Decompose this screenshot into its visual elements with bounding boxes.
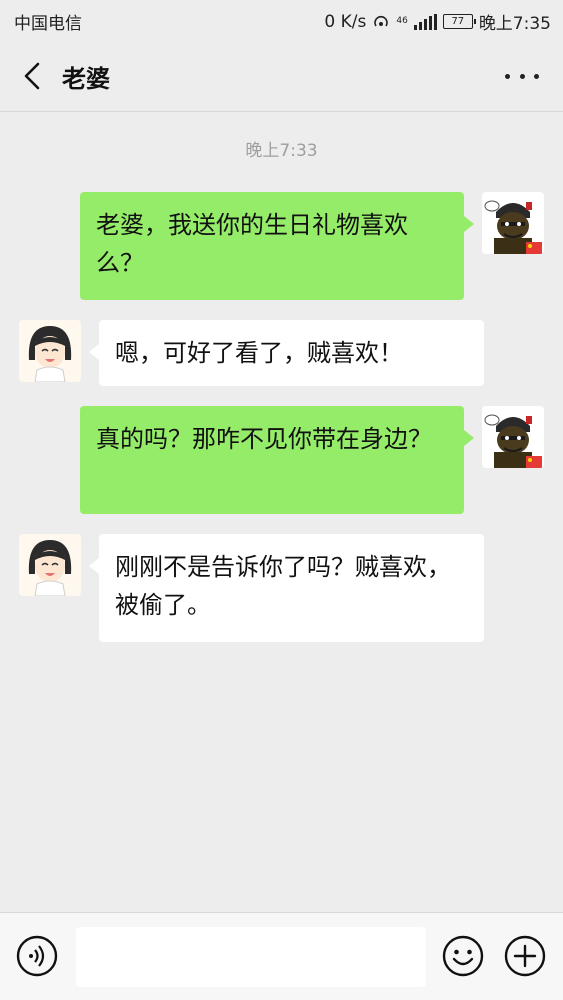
message-text: 嗯，可好了看了，贼喜欢！ [115,339,403,367]
status-bar: 中国电信 0 K/s 46 77 晚上7:35 [0,0,563,40]
network-type: 46 [396,17,407,26]
emoji-button[interactable] [442,935,484,977]
girl-avatar-icon [19,534,81,596]
battery-level: 77 [451,16,465,27]
voice-icon [16,935,58,977]
voice-button[interactable] [16,935,58,977]
message-bubble-outgoing[interactable]: 真的吗？那咋不见你带在身边？ [80,406,474,514]
girl-avatar-icon [19,320,81,382]
message-bubble-outgoing[interactable]: 老婆，我送你的生日礼物喜欢么？ [80,192,474,300]
signal-icon [413,13,437,30]
avatar-self[interactable] [482,406,544,468]
more-dot [505,73,510,79]
emoji-icon [442,935,484,977]
plus-icon [504,935,546,977]
warrior-avatar-icon [482,406,544,468]
message-bubble-incoming[interactable]: 嗯，可好了看了，贼喜欢！ [89,320,484,386]
network-type-label: 46 [396,16,408,26]
warrior-avatar-icon [482,192,544,254]
hotspot-icon [374,15,389,26]
more-button[interactable] [505,64,539,88]
battery-icon: 77 [442,14,476,29]
chat-title: 老婆 [62,65,110,93]
message-input[interactable] [76,927,426,987]
avatar-contact[interactable] [19,534,81,596]
avatar-contact[interactable] [19,320,81,382]
more-dot [534,73,539,79]
carrier-label: 中国电信 [14,14,82,34]
clock: 晚上7:35 [478,14,551,34]
net-speed: 0 K/s [324,11,367,32]
chat-header: 老婆 [0,40,563,112]
input-bar [0,912,563,1000]
message-text: 刚刚不是告诉你了吗？贼喜欢，被偷了。 [115,553,451,619]
status-indicators: 0 K/s 46 77 晚上7:35 [324,9,551,35]
message-bubble-incoming[interactable]: 刚刚不是告诉你了吗？贼喜欢，被偷了。 [89,534,484,642]
more-dot [519,73,525,79]
plus-button[interactable] [504,935,546,977]
chevron-left-icon [24,62,40,90]
avatar-self[interactable] [482,192,544,254]
message-text: 老婆，我送你的生日礼物喜欢么？ [96,211,408,277]
back-button[interactable] [16,58,48,94]
chat-timestamp: 晚上7:33 [245,141,318,161]
message-text: 真的吗？那咋不见你带在身边？ [96,425,432,453]
